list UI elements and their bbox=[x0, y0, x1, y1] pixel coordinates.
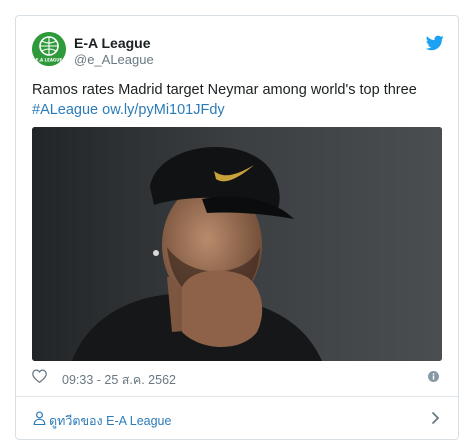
author-handle[interactable]: @e_ALeague bbox=[74, 52, 154, 67]
person-icon bbox=[33, 411, 46, 425]
chevron-right-icon bbox=[431, 411, 440, 425]
player-photo bbox=[32, 127, 442, 361]
avatar[interactable]: E.A LEAGUE bbox=[32, 32, 66, 66]
tweet-card[interactable]: E.A LEAGUE E-A League @e_ALeague Ramos r… bbox=[15, 15, 459, 440]
tweet-meta: 09:33 - 25 ส.ค. 2562 bbox=[32, 367, 442, 387]
author-name[interactable]: E-A League bbox=[74, 35, 151, 51]
url-link[interactable]: ow.ly/pyMi101JFdy bbox=[102, 102, 225, 118]
view-profile-link[interactable]: ดูทวีตของ E-A League bbox=[16, 397, 458, 439]
tweet-photo[interactable] bbox=[32, 127, 442, 361]
tweet-text: Ramos rates Madrid target Neymar among w… bbox=[32, 80, 442, 120]
hashtag-link[interactable]: #ALeague bbox=[32, 102, 98, 118]
info-icon[interactable] bbox=[428, 371, 439, 382]
view-profile-label: ดูทวีตของ E-A League bbox=[49, 414, 172, 428]
tweet-timestamp[interactable]: 09:33 - 25 ส.ค. 2562 bbox=[62, 370, 176, 390]
heart-icon[interactable] bbox=[32, 369, 47, 383]
avatar-text: E.A LEAGUE bbox=[36, 58, 63, 63]
tweet-header: E.A LEAGUE E-A League @e_ALeague bbox=[16, 16, 458, 76]
twitter-bird-icon[interactable] bbox=[426, 35, 444, 51]
tweet-body: Ramos rates Madrid target Neymar among w… bbox=[32, 82, 417, 98]
e-a-league-logo-icon: E.A LEAGUE bbox=[32, 32, 66, 66]
